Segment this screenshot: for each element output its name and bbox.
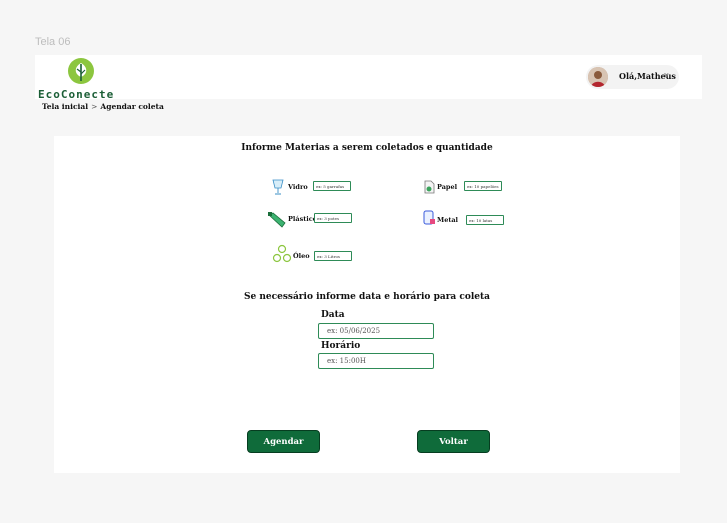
breadcrumb-current: Agendar coleta	[100, 102, 164, 111]
recycle-oil-icon	[272, 244, 292, 264]
material-metal: Metal	[422, 210, 532, 226]
oleo-quantity-input[interactable]	[314, 251, 352, 261]
avatar	[588, 67, 608, 87]
material-vidro: Vidro	[271, 179, 371, 195]
user-menu[interactable]: Olá,Matheus v	[586, 65, 679, 89]
material-label: Metal	[437, 216, 459, 224]
date-label: Data	[321, 310, 345, 320]
material-label: Papel	[437, 183, 458, 191]
back-button[interactable]: Voltar	[417, 430, 490, 453]
leaf-logo-icon	[68, 58, 94, 84]
vidro-quantity-input[interactable]	[313, 181, 351, 191]
breadcrumb-home[interactable]: Tela inicial	[42, 102, 88, 111]
frame-label: Tela 06	[35, 36, 71, 48]
materials-title: Informe Materias a serem coletados e qua…	[241, 143, 493, 153]
metal-quantity-input[interactable]	[466, 215, 504, 225]
papel-quantity-input[interactable]	[464, 181, 502, 191]
date-field[interactable]	[318, 323, 434, 339]
plastico-quantity-input[interactable]	[314, 213, 352, 223]
material-plastico: Plástico	[267, 211, 377, 228]
logo[interactable]: EcoConecte	[38, 56, 128, 101]
schedule-button[interactable]: Agendar	[247, 430, 320, 453]
schedule-title: Se necessário informe data e horário par…	[243, 292, 491, 302]
material-label: Vidro	[288, 183, 308, 191]
material-papel: Papel	[422, 179, 532, 195]
schedule-form-card: Informe Materias a serem coletados e qua…	[54, 136, 680, 473]
time-label: Horário	[321, 341, 361, 351]
material-label: Plástico	[288, 215, 317, 223]
breadcrumb-separator: >	[91, 102, 98, 111]
material-oleo: Óleo	[272, 244, 372, 264]
breadcrumb: Tela inicial > Agendar coleta	[42, 102, 164, 111]
material-label: Óleo	[293, 252, 310, 260]
time-field[interactable]	[318, 353, 434, 369]
chevron-down-icon: v	[664, 71, 669, 80]
brand-name: EcoConecte	[38, 88, 115, 101]
plastic-bottle-icon	[267, 211, 287, 228]
glass-icon	[271, 179, 289, 195]
